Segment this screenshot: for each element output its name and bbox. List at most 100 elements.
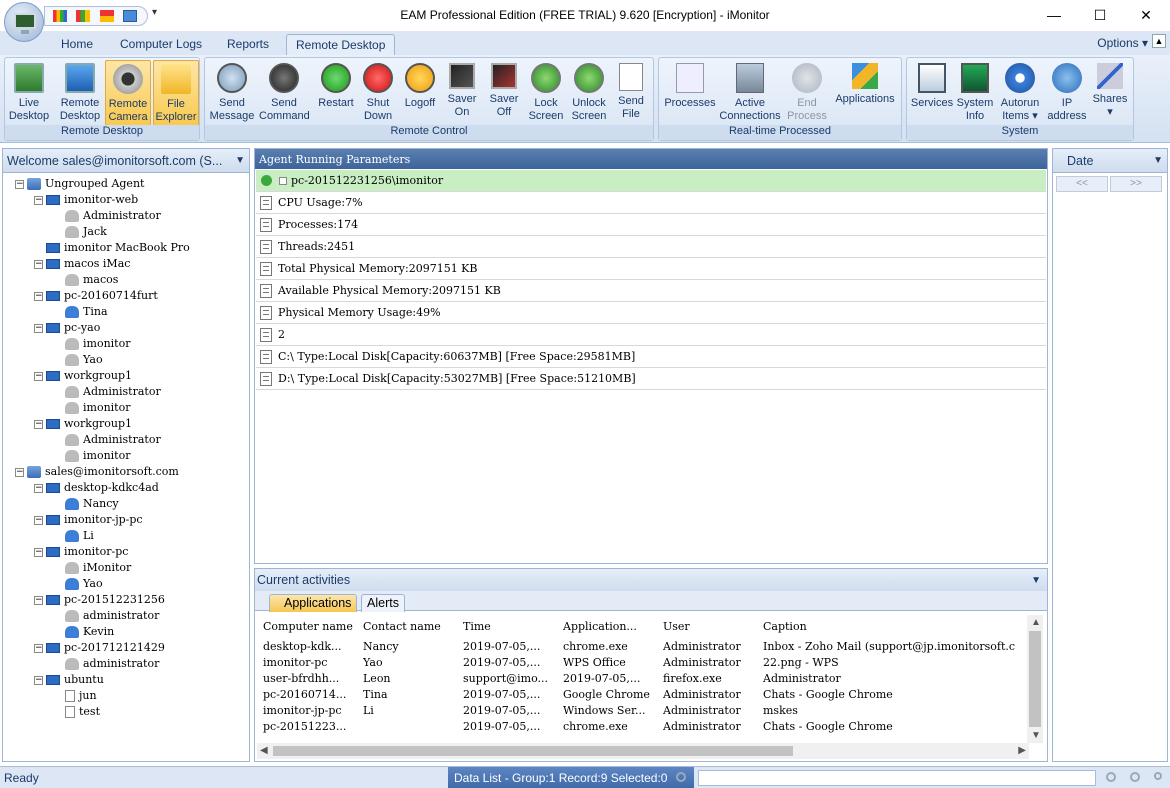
column-header[interactable]: Caption (763, 619, 1023, 635)
scroll-thumb[interactable] (1029, 631, 1041, 727)
live-desktop-button[interactable]: Live Desktop (7, 60, 51, 126)
table-row[interactable]: pc-20160714... Tina 2019-07-05,... Google C… (257, 687, 1029, 703)
tree-node[interactable]: − macos iMac (34, 256, 130, 272)
close-button[interactable]: ✕ (1134, 4, 1158, 26)
collapse-toggle-icon[interactable]: − (34, 547, 43, 557)
tree-node[interactable]: Jack (53, 224, 107, 240)
remote-camera-button[interactable]: Remote Camera (105, 60, 151, 126)
collapse-toggle-icon[interactable]: − (34, 419, 43, 429)
ip-address-button[interactable]: IP address (1045, 60, 1089, 126)
tree-node[interactable]: Administrator (53, 432, 161, 448)
search-icon[interactable] (1106, 772, 1116, 782)
tab-computer-logs[interactable]: Computer Logs (120, 34, 202, 55)
lock-screen-button[interactable]: Lock Screen (525, 60, 567, 126)
tree-node[interactable]: imonitor MacBook Pro (34, 240, 190, 256)
parameter-row[interactable]: Total Physical Memory:2097151 KB (256, 258, 1046, 280)
shares-button[interactable]: Shares ▾ (1089, 60, 1131, 126)
scroll-up-icon[interactable]: ▲ (1031, 617, 1041, 628)
tree-node[interactable]: macos (53, 272, 118, 288)
search-icon[interactable] (676, 772, 686, 782)
tree-node[interactable]: Yao (53, 352, 103, 368)
search-options-icon[interactable] (1154, 772, 1162, 780)
tree-node[interactable]: test (53, 704, 100, 720)
collapse-toggle-icon[interactable]: − (34, 643, 43, 653)
parameter-row[interactable]: C:\ Type:Local Disk[Capacity:60637MB] [F… (256, 346, 1046, 368)
tree-node[interactable]: Kevin (53, 624, 114, 640)
parameter-row[interactable]: pc-201512231256\imonitor (256, 170, 1046, 192)
tab-reports[interactable]: Reports (227, 34, 269, 55)
tree-node[interactable]: − desktop-kdkc4ad (34, 480, 159, 496)
column-header[interactable]: Computer name (263, 619, 359, 635)
tree-node[interactable]: iMonitor (53, 560, 131, 576)
applications-button[interactable]: Applications (829, 60, 901, 126)
tree-node[interactable]: − sales@imonitorsoft.com (15, 464, 179, 480)
tree-node[interactable]: − workgroup1 (34, 416, 132, 432)
table-row[interactable]: imonitor-pc Yao 2019-07-05,... WPS Office Ad… (257, 655, 1029, 671)
tab-applications[interactable]: Applications (269, 594, 358, 612)
horizontal-scrollbar[interactable]: ◀ ▶ (257, 743, 1029, 759)
collapse-toggle-icon[interactable]: − (34, 323, 43, 333)
tree-node[interactable]: Tina (53, 304, 108, 320)
logoff-button[interactable]: Logoff (399, 60, 441, 126)
chevron-down-icon[interactable]: ▼ (1153, 155, 1163, 166)
status-search-input[interactable] (698, 770, 1096, 786)
scroll-down-icon[interactable]: ▼ (1031, 730, 1041, 741)
tab-remote-desktop[interactable]: Remote Desktop (286, 34, 396, 55)
parameter-row[interactable]: Processes:174 (256, 214, 1046, 236)
parameter-row[interactable]: Threads:2451 (256, 236, 1046, 258)
column-header[interactable]: User (663, 619, 759, 635)
collapse-toggle-icon[interactable]: − (15, 179, 24, 189)
system-info-button[interactable]: System Info (955, 60, 995, 126)
minimize-button[interactable]: — (1042, 4, 1066, 26)
saver-on-button[interactable]: Saver On (441, 60, 483, 126)
scroll-left-icon[interactable]: ◀ (260, 745, 268, 756)
tree-node[interactable]: − pc-201712121429 (34, 640, 165, 656)
table-row[interactable]: user-bfrdhh... Leon support@imo... 2019-07-… (257, 671, 1029, 687)
date-prev-button[interactable]: << (1056, 176, 1108, 192)
tree-node[interactable]: imonitor (53, 448, 130, 464)
chevron-down-icon[interactable]: ▼ (235, 155, 245, 166)
column-header[interactable]: Contact name (363, 619, 459, 635)
tree-node[interactable]: Nancy (53, 496, 119, 512)
collapse-toggle-icon[interactable]: − (34, 371, 43, 381)
end-process-button[interactable]: End Process (783, 60, 831, 126)
tree-node[interactable]: − imonitor-web (34, 192, 138, 208)
app-logo-icon[interactable] (4, 2, 44, 42)
scroll-right-icon[interactable]: ▶ (1018, 745, 1026, 756)
tree-node[interactable]: − pc-yao (34, 320, 100, 336)
table-row[interactable]: desktop-kdk... Nancy 2019-07-05,... chrome.… (257, 639, 1029, 655)
services-button[interactable]: Services (909, 60, 955, 126)
scroll-thumb[interactable] (273, 746, 793, 756)
tree-node[interactable]: jun (53, 688, 97, 704)
send-message-button[interactable]: Send Message (207, 60, 257, 126)
tree-node[interactable]: − pc-201512231256 (34, 592, 165, 608)
date-header[interactable]: Date ▼ (1053, 149, 1167, 173)
tree-node[interactable]: − pc-20160714furt (34, 288, 158, 304)
processes-button[interactable]: Processes (661, 60, 719, 126)
options-menu[interactable]: Options ▾ (1097, 36, 1148, 50)
parameter-row[interactable]: Available Physical Memory:2097151 KB (256, 280, 1046, 302)
date-next-button[interactable]: >> (1110, 176, 1162, 192)
tree-node[interactable]: imonitor (53, 336, 130, 352)
collapse-toggle-icon[interactable]: − (34, 595, 43, 605)
column-header[interactable]: Application... (563, 619, 659, 635)
welcome-header[interactable]: Welcome sales@imonitorsoft.com (S... ▼ (3, 149, 249, 173)
tree-node[interactable]: Yao (53, 576, 103, 592)
collapse-toggle-icon[interactable]: − (34, 483, 43, 493)
collapse-toggle-icon[interactable]: − (15, 467, 24, 477)
tab-alerts[interactable]: Alerts (361, 594, 405, 612)
active-connections-button[interactable]: Active Connections (717, 60, 783, 126)
ribbon-collapse-icon[interactable]: ▲ (1152, 34, 1166, 48)
vertical-scrollbar[interactable]: ▲ ▼ (1027, 615, 1043, 743)
table-row[interactable]: pc-20151223... 2019-07-05,... chrome.exe Ad… (257, 719, 1029, 735)
send-file-button[interactable]: Send File (611, 60, 651, 126)
file-explorer-button[interactable]: File Explorer (153, 60, 199, 126)
restart-button[interactable]: Restart (313, 60, 359, 126)
parameter-row[interactable]: D:\ Type:Local Disk[Capacity:53027MB] [F… (256, 368, 1046, 390)
chevron-down-icon[interactable]: ▼ (1031, 575, 1041, 586)
tree-node[interactable]: − workgroup1 (34, 368, 132, 384)
tree-node[interactable]: − imonitor-pc (34, 544, 128, 560)
parameter-row[interactable]: 2 (256, 324, 1046, 346)
saver-off-button[interactable]: Saver Off (483, 60, 525, 126)
tree-node[interactable]: imonitor (53, 400, 130, 416)
